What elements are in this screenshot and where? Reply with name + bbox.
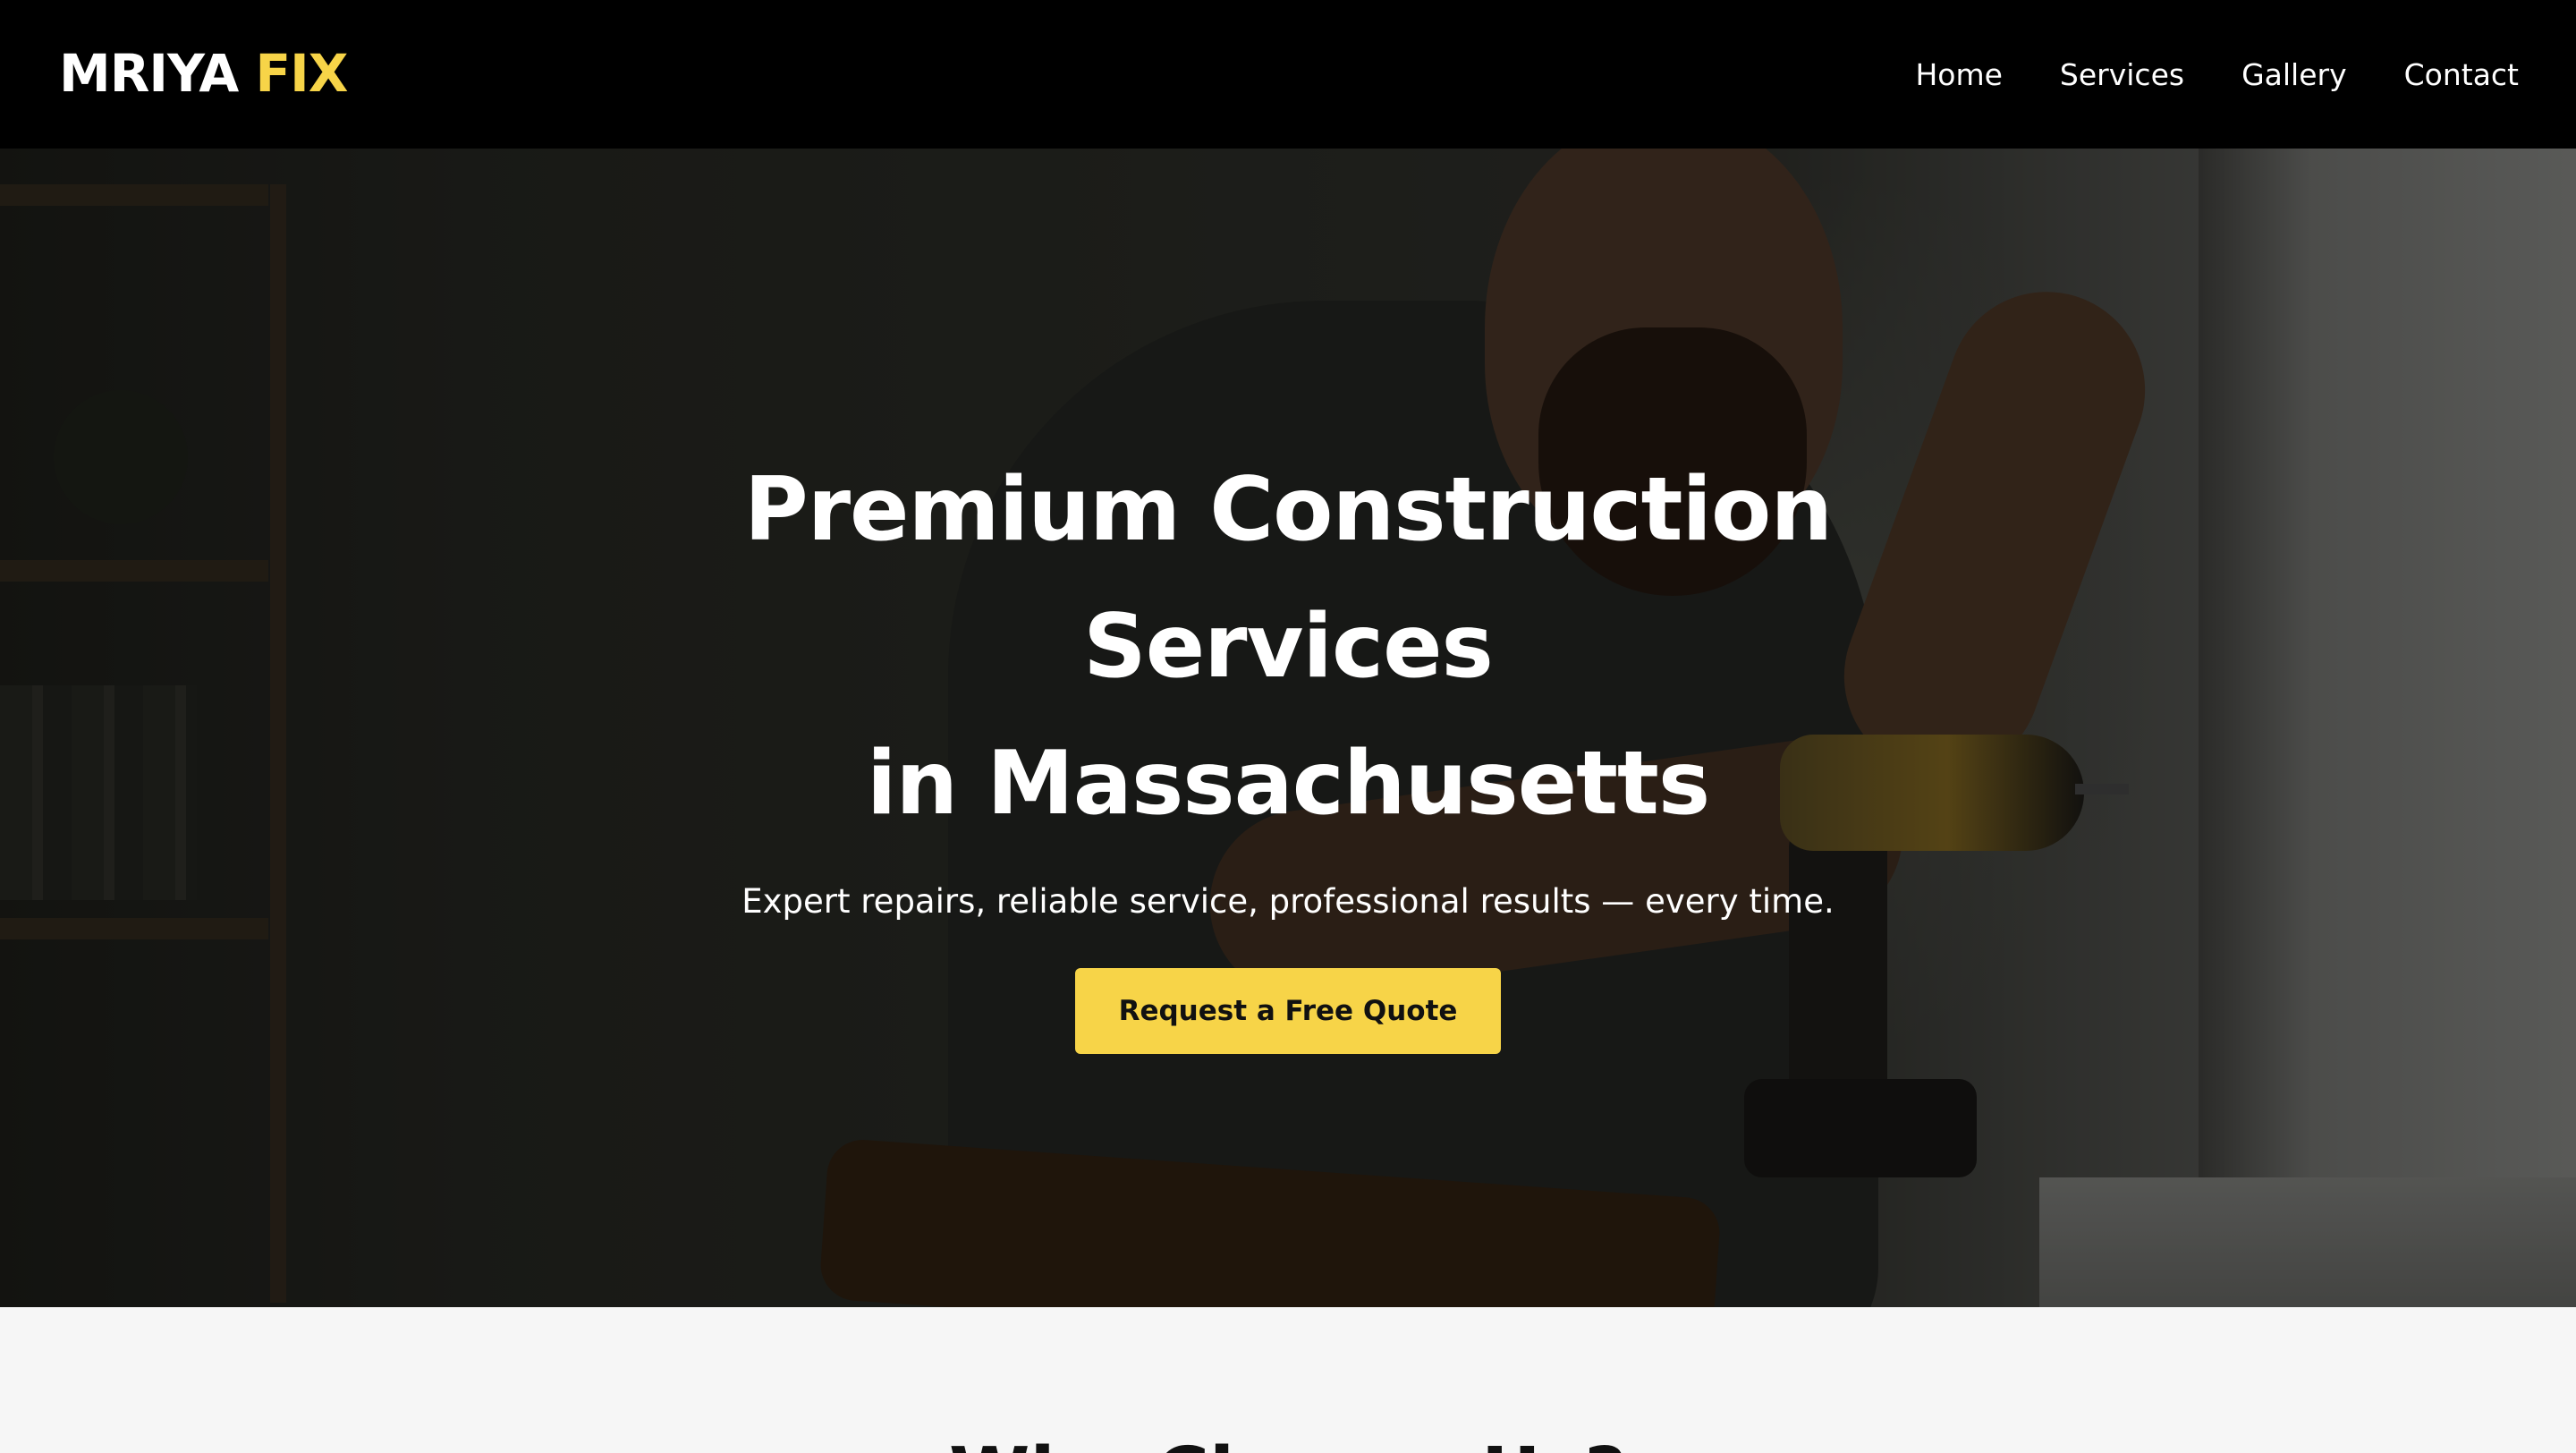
site-header: MRIYA FIX Home Services Gallery Contact [0, 0, 2576, 149]
nav-link-contact[interactable]: Contact [2404, 57, 2519, 92]
hero-subtitle: Expert repairs, reliable service, profes… [741, 882, 1835, 921]
hero-title: Premium Construction Services in Massach… [394, 442, 2182, 853]
logo-main-text: MRIYA [59, 43, 239, 104]
nav-link-home[interactable]: Home [1915, 57, 2002, 92]
logo-accent-text: FIX [255, 43, 349, 104]
logo[interactable]: MRIYA FIX [59, 39, 349, 107]
hero-title-line: in Massachusetts [866, 733, 1710, 835]
hero-title-line: Services [1083, 596, 1494, 698]
why-choose-us-section: Why Choose Us? [0, 1307, 2576, 1453]
nav-link-services[interactable]: Services [2060, 57, 2184, 92]
hero-section: Premium Construction Services in Massach… [0, 149, 2576, 1307]
hero-content: Premium Construction Services in Massach… [0, 149, 2576, 1307]
request-quote-button[interactable]: Request a Free Quote [1075, 968, 1501, 1054]
section-heading: Why Choose Us? [0, 1431, 2576, 1453]
main-nav: Home Services Gallery Contact [1915, 50, 2519, 98]
nav-link-gallery[interactable]: Gallery [2241, 57, 2347, 92]
hero-title-line: Premium Construction [743, 459, 1833, 561]
